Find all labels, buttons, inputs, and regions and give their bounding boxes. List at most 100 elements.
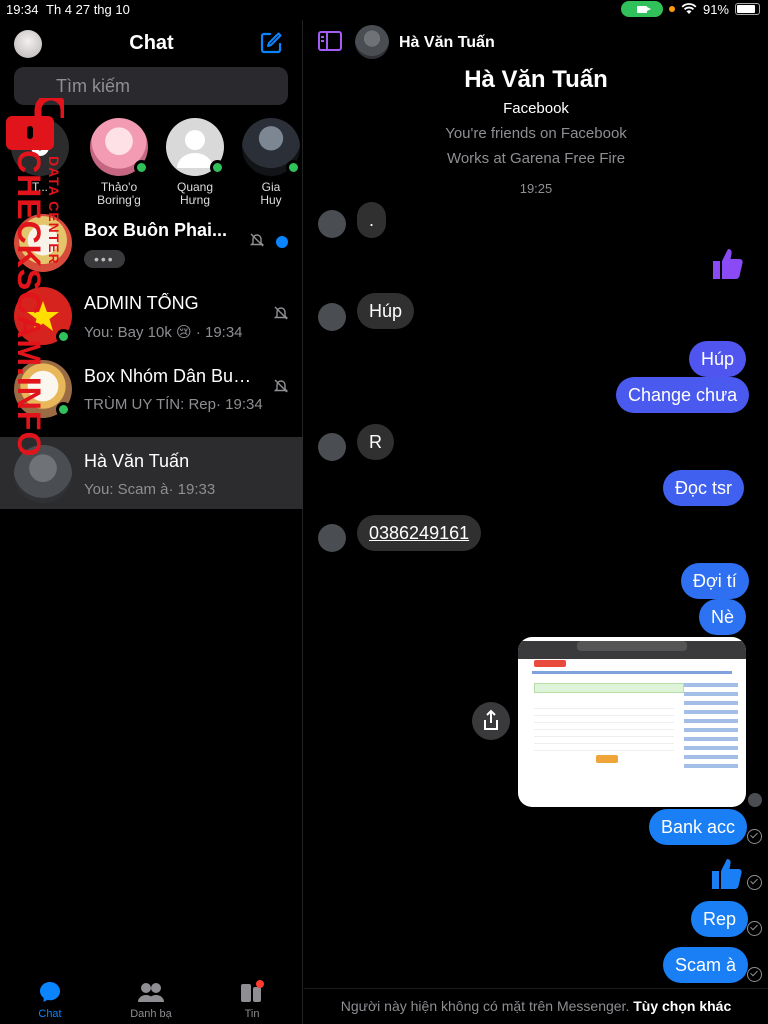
sender-avatar (318, 210, 346, 238)
sidebar-toggle-icon[interactable] (318, 31, 342, 51)
muted-bell-icon (273, 379, 289, 393)
outgoing-message[interactable]: Đợi tí (681, 563, 749, 599)
stories-icon (241, 980, 264, 1002)
story-thao[interactable]: Thảo'o Boring'g (84, 118, 154, 207)
story-add[interactable]: + T... (5, 118, 75, 194)
status-indicators: 91% (620, 1, 760, 17)
unavailable-text: Người này hiện không có mặt trên Messeng… (340, 998, 630, 1014)
plus-icon: + (31, 138, 49, 156)
wifi-icon (681, 3, 697, 14)
share-icon (484, 709, 498, 730)
image-attachment[interactable] (518, 637, 746, 807)
active-stories-row: + T... Thảo'o Boring'g Quang Hưng Gia Huy (0, 118, 303, 218)
profile-work: Works at Garena Free Fire (446, 150, 626, 167)
online-indicator (56, 402, 71, 417)
thread-item[interactable]: Box Buôn Phai... ••• (0, 206, 303, 278)
avatar (90, 118, 149, 176)
avatar (242, 118, 301, 176)
sender-avatar (318, 433, 346, 461)
story-name: T... (31, 180, 48, 194)
online-indicator (286, 160, 301, 175)
message-timestamp: 19:25 (519, 181, 553, 196)
story-quang-hung[interactable]: Quang Hưng (160, 118, 230, 207)
add-story-avatar: + (11, 118, 69, 176)
tab-contacts[interactable]: Danh bạ (116, 980, 186, 1020)
story-name: Quang Hưng (176, 180, 214, 207)
sent-check-icon (747, 967, 762, 982)
outgoing-message[interactable]: Đọc tsr (663, 470, 745, 506)
story-name: Thảo'o Boring'g (97, 180, 141, 207)
status-time: 19:34 (6, 2, 39, 17)
phone-number-link[interactable]: 0386249161 (357, 515, 482, 551)
muted-bell-icon (249, 233, 265, 247)
thread-item[interactable]: Hà Văn Tuấn You: Scam à· 19:33 (0, 437, 303, 509)
compose-icon[interactable] (258, 30, 284, 56)
thread-preview: You: Scam à· 19:33 (84, 481, 216, 498)
avatar (14, 445, 72, 503)
avatar (14, 214, 72, 272)
outgoing-message[interactable]: Húp (689, 341, 747, 377)
unavailable-notice: Người này hiện không có mặt trên Messeng… (304, 988, 768, 1024)
thread-item[interactable]: ADMIN TỔNG You: Bay 10k 😢 · 19:34 (0, 279, 303, 351)
thread-title: Hà Văn Tuấn (84, 451, 190, 471)
sent-check-icon (747, 921, 762, 936)
people-icon (138, 983, 164, 1002)
sent-check-icon (747, 875, 762, 890)
thread-item[interactable]: Box Nhóm Dân Buô... TRÙM UY TÍN: Rep· 19… (0, 352, 303, 424)
sent-check-icon (747, 829, 762, 844)
mic-indicator-icon (668, 6, 675, 12)
conversation-pane: Hà Văn Tuấn Hà Văn Tuấn Facebook You're … (304, 20, 768, 1024)
more-options-link[interactable]: Tùy chọn khác (633, 998, 731, 1014)
typing-indicator: ••• (84, 250, 125, 268)
outgoing-message[interactable]: Change chưa (616, 377, 750, 413)
contact-profile-card: Hà Văn Tuấn Facebook You're friends on F… (304, 64, 768, 196)
tab-label: Tin (244, 1008, 260, 1020)
contact-name[interactable]: Hà Văn Tuấn (399, 34, 495, 52)
profile-friends-status: You're friends on Facebook (445, 125, 627, 142)
outgoing-message[interactable]: Rep (691, 901, 749, 937)
incoming-message[interactable]: Húp (357, 293, 415, 329)
tab-bar: Chat Danh bạ Tin (0, 974, 303, 1024)
thread-title: Box Nhóm Dân Buô... (84, 366, 254, 386)
conversation-header: Hà Văn Tuấn (304, 20, 768, 64)
status-date: Th 4 27 thg 10 (46, 2, 130, 17)
chat-bubble-icon (40, 982, 60, 1002)
thread-preview: ••• (84, 250, 264, 268)
chat-list-pane: Chat Tìm kiếm + T... Thảo'o Boring'g Quan… (0, 20, 303, 1024)
profile-platform: Facebook (503, 100, 569, 117)
profile-name: Hà Văn Tuấn (464, 66, 608, 93)
sender-avatar (318, 303, 346, 331)
outgoing-message[interactable]: Bank acc (649, 809, 748, 845)
incoming-message[interactable]: . (357, 202, 387, 238)
online-indicator (210, 160, 225, 175)
avatar (166, 118, 225, 176)
outgoing-message[interactable]: Scam à (663, 947, 749, 983)
muted-bell-icon (273, 306, 289, 320)
incoming-message[interactable]: R (357, 424, 394, 460)
thumbs-up-icon[interactable] (710, 246, 746, 282)
thread-preview: You: Bay 10k 😢 · 19:34 (84, 324, 243, 341)
tab-label: Danh bạ (130, 1008, 172, 1020)
status-bar: 19:34 Th 4 27 thg 10 91% (0, 0, 768, 20)
story-name: Gia Huy (260, 180, 282, 207)
tab-label: Chat (38, 1008, 62, 1020)
story-gia-huy[interactable]: Gia Huy (236, 118, 306, 207)
thread-title: Box Buôn Phai... (84, 220, 228, 240)
battery-icon (735, 3, 760, 15)
share-button[interactable] (472, 702, 510, 740)
unread-dot (276, 236, 288, 248)
thread-preview: TRÙM UY TÍN: Rep· 19:34 (84, 396, 263, 413)
search-input[interactable]: Tìm kiếm (14, 67, 288, 105)
tab-stories[interactable]: Tin (217, 980, 287, 1020)
battery-percent: 91% (702, 1, 729, 17)
thumbs-up-icon[interactable] (709, 856, 745, 892)
seen-avatar (748, 793, 762, 807)
online-indicator (56, 329, 71, 344)
thread-title: ADMIN TỔNG (84, 293, 199, 313)
contact-avatar[interactable] (355, 25, 389, 59)
online-indicator (134, 160, 149, 175)
outgoing-message[interactable]: Nè (699, 599, 747, 635)
sender-avatar (318, 524, 346, 552)
camera-active-icon (620, 1, 663, 17)
tab-chat[interactable]: Chat (15, 980, 85, 1020)
